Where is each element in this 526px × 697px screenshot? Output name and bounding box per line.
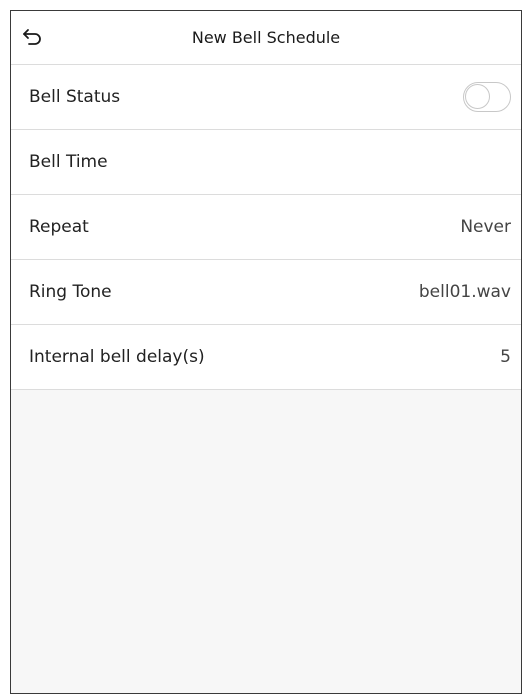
toggle-knob: [465, 84, 490, 109]
internal-bell-delay-row[interactable]: Internal bell delay(s) 5: [11, 325, 521, 390]
screen: New Bell Schedule Bell Status Bell Time …: [10, 10, 522, 694]
repeat-label: Repeat: [29, 217, 89, 237]
internal-bell-delay-label: Internal bell delay(s): [29, 347, 205, 367]
ring-tone-row[interactable]: Ring Tone bell01.wav: [11, 260, 521, 325]
repeat-value: Never: [460, 217, 511, 237]
bell-status-label: Bell Status: [29, 87, 121, 107]
ring-tone-label: Ring Tone: [29, 282, 112, 302]
bell-status-row[interactable]: Bell Status: [11, 65, 521, 130]
repeat-row[interactable]: Repeat Never: [11, 195, 521, 260]
bell-time-row[interactable]: Bell Time: [11, 130, 521, 195]
settings-list: Bell Status Bell Time Repeat Never Ring …: [11, 65, 521, 390]
bell-time-label: Bell Time: [29, 152, 108, 172]
page-title: New Bell Schedule: [191, 28, 341, 47]
header: New Bell Schedule: [11, 11, 521, 65]
bell-status-toggle[interactable]: [463, 82, 511, 112]
ring-tone-value: bell01.wav: [418, 282, 511, 302]
internal-bell-delay-value: 5: [500, 347, 511, 367]
